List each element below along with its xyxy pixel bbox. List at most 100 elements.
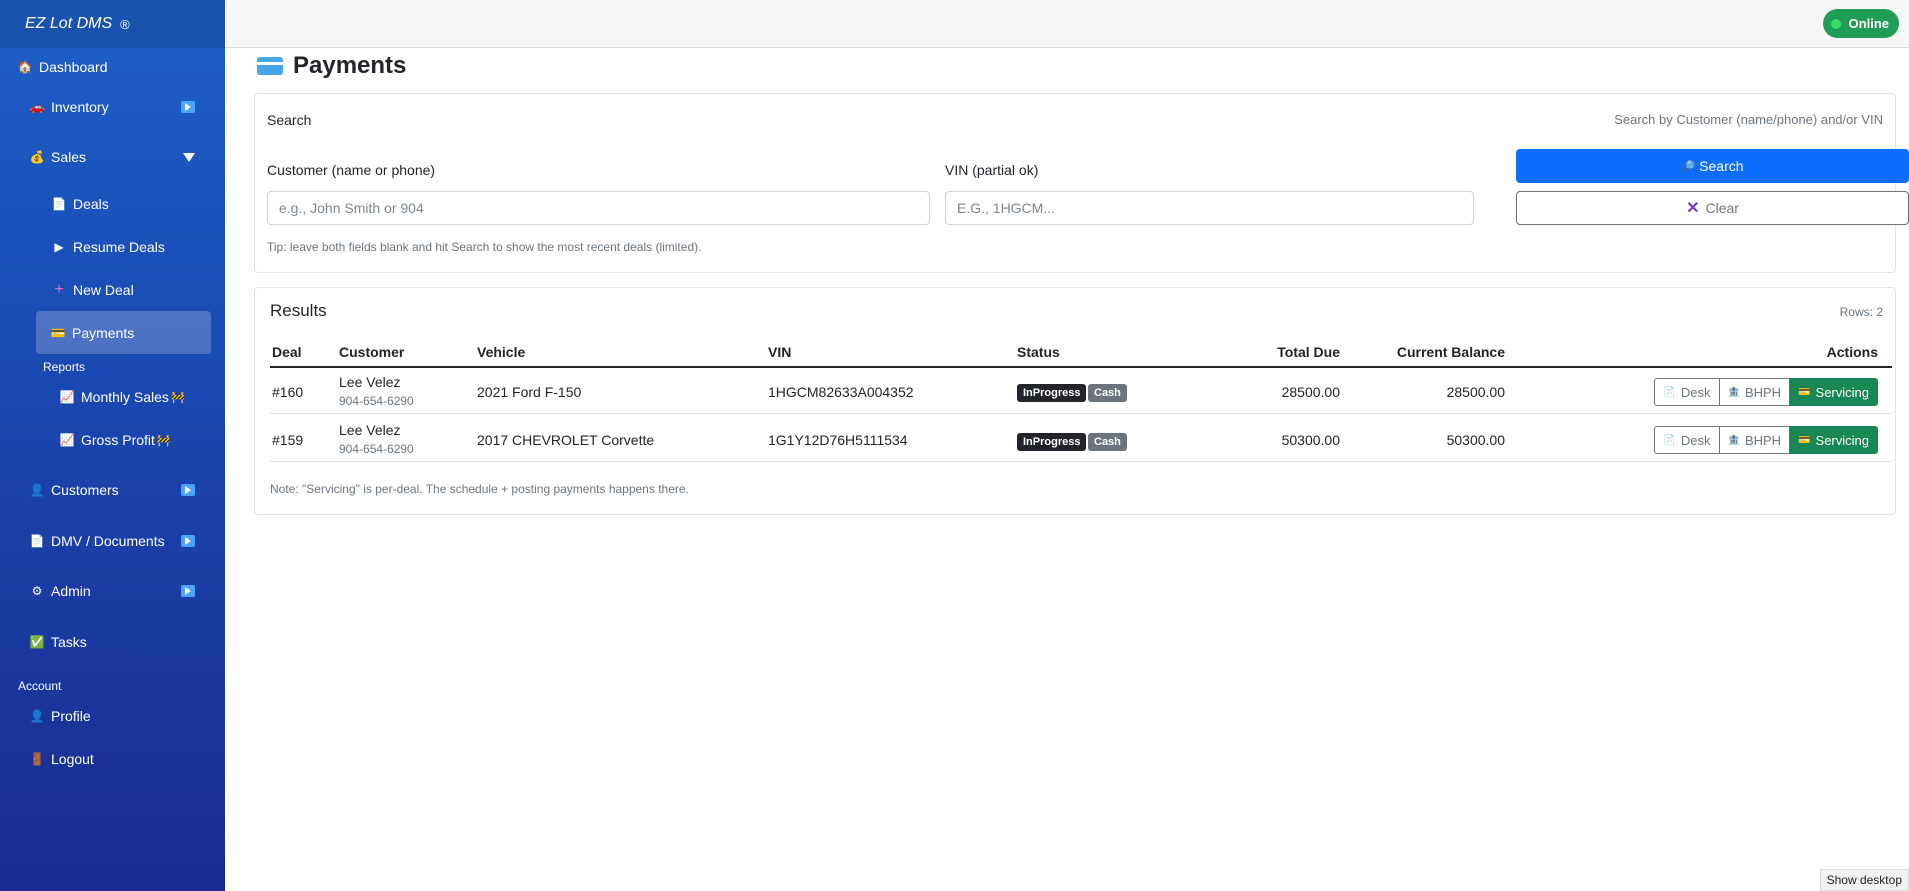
chart-up-icon: 📈: [59, 433, 75, 447]
sidebar-item-label: Inventory: [51, 99, 109, 115]
collapse-caret-icon[interactable]: [183, 152, 195, 162]
sidebar-item-dmv-documents[interactable]: 📄 DMV / Documents: [0, 530, 225, 552]
sidebar-item-label: DMV / Documents: [51, 533, 165, 549]
servicing-button[interactable]: 💳 Servicing: [1790, 426, 1878, 454]
search-panel-title: Search: [267, 112, 312, 128]
sidebar-item-tasks[interactable]: ✅ Tasks: [0, 631, 225, 653]
total-due: 28500.00: [1281, 384, 1340, 400]
bank-icon: 🏦: [1727, 434, 1740, 446]
gear-icon: ⚙: [31, 584, 43, 598]
sidebar-item-label: Deals: [73, 196, 109, 212]
bhph-button[interactable]: 🏦 BHPH: [1719, 378, 1791, 406]
brand[interactable]: EZ Lot DMS ®: [0, 0, 225, 48]
row-actions: 📄 Desk 🏦 BHPH 💳 Servicing: [1654, 426, 1878, 454]
bhph-label: BHPH: [1744, 384, 1782, 400]
vehicle: 2017 CHEVROLET Corvette: [477, 432, 655, 448]
person-icon: 👤: [29, 709, 45, 723]
sidebar-item-label: Sales: [51, 149, 87, 165]
document-icon: 📄: [1663, 386, 1676, 398]
sidebar-item-label: Customers: [51, 482, 119, 498]
row-divider: [270, 461, 1892, 462]
close-icon: ✕: [1686, 200, 1700, 217]
col-header-current-balance: Current Balance: [1396, 344, 1505, 360]
sidebar-item-monthly-sales[interactable]: 📈 Monthly Sales 🚧: [0, 386, 225, 408]
expand-arrow-icon[interactable]: [181, 484, 195, 496]
col-header-actions: Actions: [1826, 344, 1878, 360]
customer-phone: 904-654-6290: [339, 442, 414, 456]
deal-number[interactable]: #160: [272, 384, 303, 400]
status-badge: InProgress: [1017, 433, 1087, 451]
sidebar-item-profile[interactable]: 👤 Profile: [0, 705, 225, 727]
results-panel: Results Rows: 2 Deal Customer Vehicle VI…: [254, 287, 1896, 515]
customer-search-input[interactable]: [267, 191, 930, 225]
person-icon: 👤: [29, 483, 45, 497]
col-header-vin: VIN: [768, 344, 792, 360]
search-panel: Search Search by Customer (name/phone) a…: [254, 93, 1909, 273]
desk-button[interactable]: 📄 Desk: [1654, 378, 1720, 406]
bhph-button[interactable]: 🏦 BHPH: [1719, 426, 1791, 454]
servicing-label: Servicing: [1815, 432, 1869, 448]
col-header-vehicle: Vehicle: [477, 344, 526, 360]
sidebar-item-dashboard[interactable]: 🏠 Dashboard: [0, 56, 225, 78]
construction-icon: 🚧: [156, 434, 171, 447]
vin-field-label: VIN (partial ok): [945, 162, 1039, 178]
sidebar-item-resume-deals[interactable]: ▶ Resume Deals: [0, 236, 225, 258]
servicing-note: Note: "Servicing" is per-deal. The sched…: [270, 482, 689, 496]
sidebar-item-new-deal[interactable]: + New Deal: [0, 279, 225, 301]
expand-arrow-icon[interactable]: [181, 101, 195, 113]
car-icon: 🚗: [29, 100, 45, 114]
sidebar-item-sales[interactable]: 💰 Sales: [0, 146, 225, 168]
expand-arrow-icon[interactable]: [181, 585, 195, 597]
sidebar-item-label: New Deal: [73, 282, 134, 298]
sidebar-item-admin[interactable]: ⚙ Admin: [0, 580, 225, 602]
sidebar-item-deals[interactable]: 📄 Deals: [0, 193, 225, 215]
customer-name: Lee Velez: [339, 374, 401, 390]
payment-type-badge: Cash: [1088, 384, 1127, 402]
credit-card-icon: [257, 57, 283, 75]
sidebar-item-label: Admin: [51, 583, 91, 599]
sidebar-item-payments[interactable]: 💳 Payments: [36, 311, 211, 354]
page-title-text: Payments: [293, 52, 407, 79]
main-content: Payments Search Search by Customer (name…: [225, 48, 1909, 891]
vin: 1HGCM82633A004352: [768, 384, 914, 400]
servicing-button[interactable]: 💳 Servicing: [1790, 378, 1878, 406]
table-header-divider: [270, 366, 1892, 368]
customer-field-label: Customer (name or phone): [267, 162, 436, 178]
sidebar-item-logout[interactable]: 🚪 Logout: [0, 748, 225, 770]
show-desktop-button[interactable]: Show desktop: [1819, 869, 1909, 891]
servicing-label: Servicing: [1815, 384, 1869, 400]
vin: 1G1Y12D76H5111534: [768, 432, 908, 448]
deal-number[interactable]: #159: [272, 432, 303, 448]
status-badge: InProgress: [1017, 384, 1087, 402]
search-hint: Search by Customer (name/phone) and/or V…: [1614, 112, 1883, 127]
vin-search-input[interactable]: [945, 191, 1474, 225]
sidebar-item-label: Resume Deals: [73, 239, 165, 255]
money-bag-icon: 💰: [29, 150, 45, 164]
current-balance: 28500.00: [1446, 384, 1505, 400]
desk-button[interactable]: 📄 Desk: [1654, 426, 1720, 454]
topbar: Online: [225, 0, 1909, 48]
expand-arrow-icon[interactable]: [181, 535, 195, 547]
desk-label: Desk: [1680, 432, 1711, 448]
col-header-deal: Deal: [272, 344, 302, 360]
sidebar-item-inventory[interactable]: 🚗 Inventory: [0, 96, 225, 118]
sidebar-item-gross-profit[interactable]: 📈 Gross Profit 🚧: [0, 429, 225, 451]
checkbox-icon: ✅: [29, 635, 45, 649]
bhph-label: BHPH: [1744, 432, 1782, 448]
search-button[interactable]: 🔎 Search: [1516, 149, 1909, 183]
col-header-status: Status: [1017, 344, 1060, 360]
section-account: Account: [18, 679, 62, 693]
sidebar-item-label: Tasks: [51, 634, 87, 650]
search-button-label: Search: [1699, 158, 1744, 174]
customer-name: Lee Velez: [339, 422, 401, 438]
play-icon: ▶: [54, 240, 64, 254]
online-status-label: Online: [1848, 16, 1889, 31]
clear-button[interactable]: ✕ Clear: [1516, 191, 1909, 225]
credit-card-icon: 💳: [1798, 386, 1811, 398]
online-status-badge[interactable]: Online: [1822, 9, 1899, 38]
brand-name: EZ Lot DMS: [25, 15, 113, 32]
sidebar-item-customers[interactable]: 👤 Customers: [0, 479, 225, 501]
chart-up-icon: 📈: [59, 390, 75, 404]
plus-icon: +: [54, 281, 64, 298]
sidebar: EZ Lot DMS ® 🏠 Dashboard 🚗 Inventory 💰 S…: [0, 0, 225, 891]
